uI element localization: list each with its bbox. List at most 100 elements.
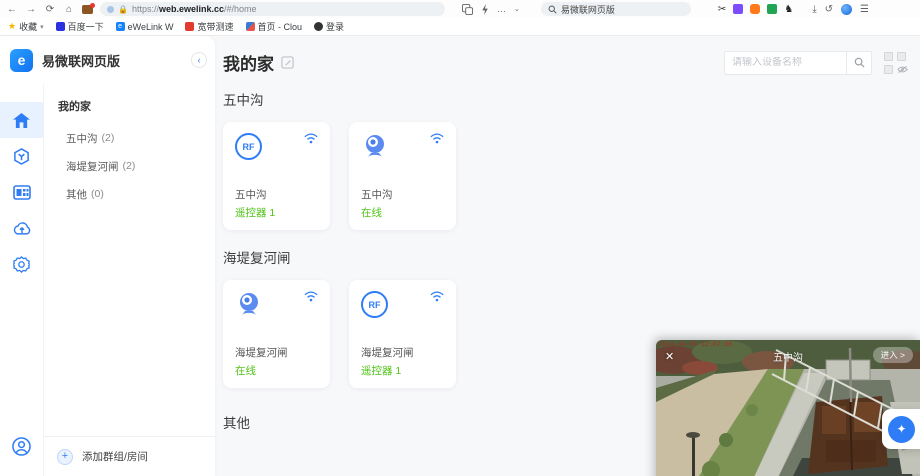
ewelink-logo: e [10,49,33,72]
device-card-camera-haidifuhezha[interactable]: 海堤复河闸 在线 [223,280,330,388]
service-icon: ✦ [888,416,915,443]
grid-view-icon-1[interactable] [884,52,893,61]
plus-icon: + [57,449,73,465]
cloud-favicon [246,22,255,31]
nav-account[interactable] [0,428,44,464]
grid-view-icon-2[interactable] [897,52,906,61]
menu-icon[interactable]: ☰ [860,4,869,15]
flash-icon[interactable] [481,4,489,15]
rooms-panel: 我的家 五中沟 (2) 海堤复河闸 (2) 其他 (0) + [44,84,215,476]
device-name: 海堤复河闸 [235,345,318,360]
grid-view-icon-3[interactable] [884,65,893,74]
url-text: https://web.ewelink.cc/#/home [132,4,257,14]
bookmarks-bar: ★ 收藏 ▾ 百度一下 e eWeLink W 宽带测速 首页 - Clou 登… [0,18,920,36]
chevron-down-icon[interactable]: ⌄ [514,5,520,13]
section-title-wuzhonggou: 五中沟 [223,89,912,109]
gear-icon [13,256,30,273]
ewelink-favicon: e [116,22,125,31]
device-status: 遥控器 1 [235,205,318,220]
wifi-icon [304,291,318,302]
service-float-button[interactable]: ✦ [882,409,920,449]
ewelink-app: e 易微联网页版 ‹ [0,36,920,476]
camera-enter-button[interactable]: 进入 > [873,347,913,363]
wifi-icon [430,291,444,302]
device-card-rf-haidifuhezha[interactable]: RF 海堤复河闸 遥控器 1 [349,280,456,388]
sidebar-header: e 易微联网页版 ‹ [0,36,215,84]
rooms-list: 我的家 五中沟 (2) 海堤复河闸 (2) 其他 (0) [44,84,215,436]
site-info-icon[interactable] [107,6,114,13]
bookmark-cloud-home[interactable]: 首页 - Clou [246,20,303,33]
url-host: web.ewelink.cc [159,4,224,14]
device-search-button[interactable] [846,52,871,74]
hide-offline-icon[interactable] [897,65,908,74]
wifi-icon [430,133,444,144]
page-title: 我的家 [223,50,274,75]
bookmark-baidu[interactable]: 百度一下 [56,20,104,33]
baidu-favicon [56,22,65,31]
speedtest-favicon [185,22,194,31]
camera-device-icon [361,133,389,161]
purple-extension-icon[interactable] [733,4,743,14]
browser-search[interactable]: 易微联网页版 [541,2,691,16]
workspace-extension-icon[interactable] [82,5,93,14]
favorites-label: 收藏 [19,20,37,33]
user-icon [12,437,31,456]
back-icon[interactable]: ← [6,4,18,15]
bookmark-speedtest[interactable]: 宽带测速 [185,20,233,33]
view-toggles [884,52,906,74]
camera-device-icon [235,291,263,319]
home-group-title[interactable]: 我的家 [44,98,215,124]
home-icon[interactable]: ⌂ [63,4,75,15]
room-item-haidifuhezha[interactable]: 海堤复河闸 (2) [44,152,215,180]
star-icon: ★ [8,21,16,32]
download-icon[interactable]: ⤓ [812,4,816,15]
extensions: ✂ ♞ [718,4,793,15]
browser-toolbar: ← → ⟳ ⌂ 🔒 https://web.ewelink.cc/#/home … [0,0,920,18]
devices-icon [13,185,31,200]
lock-icon: 🔒 [118,5,128,14]
favorites-menu[interactable]: ★ 收藏 ▾ [8,20,44,33]
history-icon[interactable]: ↺ [825,4,833,15]
browser-search-text: 易微联网页版 [561,3,615,16]
room-item-wuzhonggou[interactable]: 五中沟 (2) [44,124,215,152]
url-scheme: https:// [132,4,159,14]
omnibox-actions: … ⌄ [462,4,520,15]
scissors-extension-icon[interactable]: ✂ [718,4,726,15]
bookmark-login[interactable]: 登录 [314,20,344,33]
camera-preview-popup[interactable]: 2024-04-08 12:07:38 ✕ 五中沟 进入 > [656,340,920,476]
browser-profile-icon[interactable] [841,4,852,15]
more-icon[interactable]: … [497,4,506,14]
device-name: 五中沟 [361,187,444,202]
edit-home-icon[interactable] [281,56,294,69]
device-name: 五中沟 [235,187,318,202]
wifi-icon [304,133,318,144]
sidebar: e 易微联网页版 ‹ [0,36,215,476]
address-bar[interactable]: 🔒 https://web.ewelink.cc/#/home [100,2,445,16]
device-card-camera-wuzhonggou[interactable]: 五中沟 在线 [349,122,456,230]
nav-settings[interactable] [0,246,44,282]
green-extension-icon[interactable] [767,4,777,14]
nav-devices[interactable] [0,174,44,210]
device-search [724,51,872,75]
forward-icon[interactable]: → [25,4,37,15]
sidebar-collapse-button[interactable]: ‹ [191,52,207,68]
room-item-other[interactable]: 其他 (0) [44,180,215,208]
rf-device-icon: RF [235,133,262,160]
bookmark-ewelink[interactable]: e eWeLink W [116,22,174,32]
card-grid: RF 五中沟 遥控器 1 [223,122,912,230]
device-card-rf-wuzhonggou[interactable]: RF 五中沟 遥控器 1 [223,122,330,230]
nav-rail [0,84,44,476]
section-title-haidifuhezha: 海堤复河闸 [223,247,912,267]
paw-extension-icon[interactable]: ♞ [784,4,793,15]
add-room-button[interactable]: + 添加群组/房间 [44,436,215,476]
device-search-input[interactable] [725,57,846,68]
translate-icon[interactable] [462,4,473,15]
device-status: 在线 [361,205,444,220]
refresh-icon[interactable]: ⟳ [44,4,56,15]
game-extension-icon[interactable] [750,4,760,14]
device-name: 海堤复河闸 [361,345,444,360]
nav-home[interactable] [0,102,44,138]
cloud-upload-icon [13,221,31,236]
nav-cloud[interactable] [0,210,44,246]
nav-scene[interactable] [0,138,44,174]
